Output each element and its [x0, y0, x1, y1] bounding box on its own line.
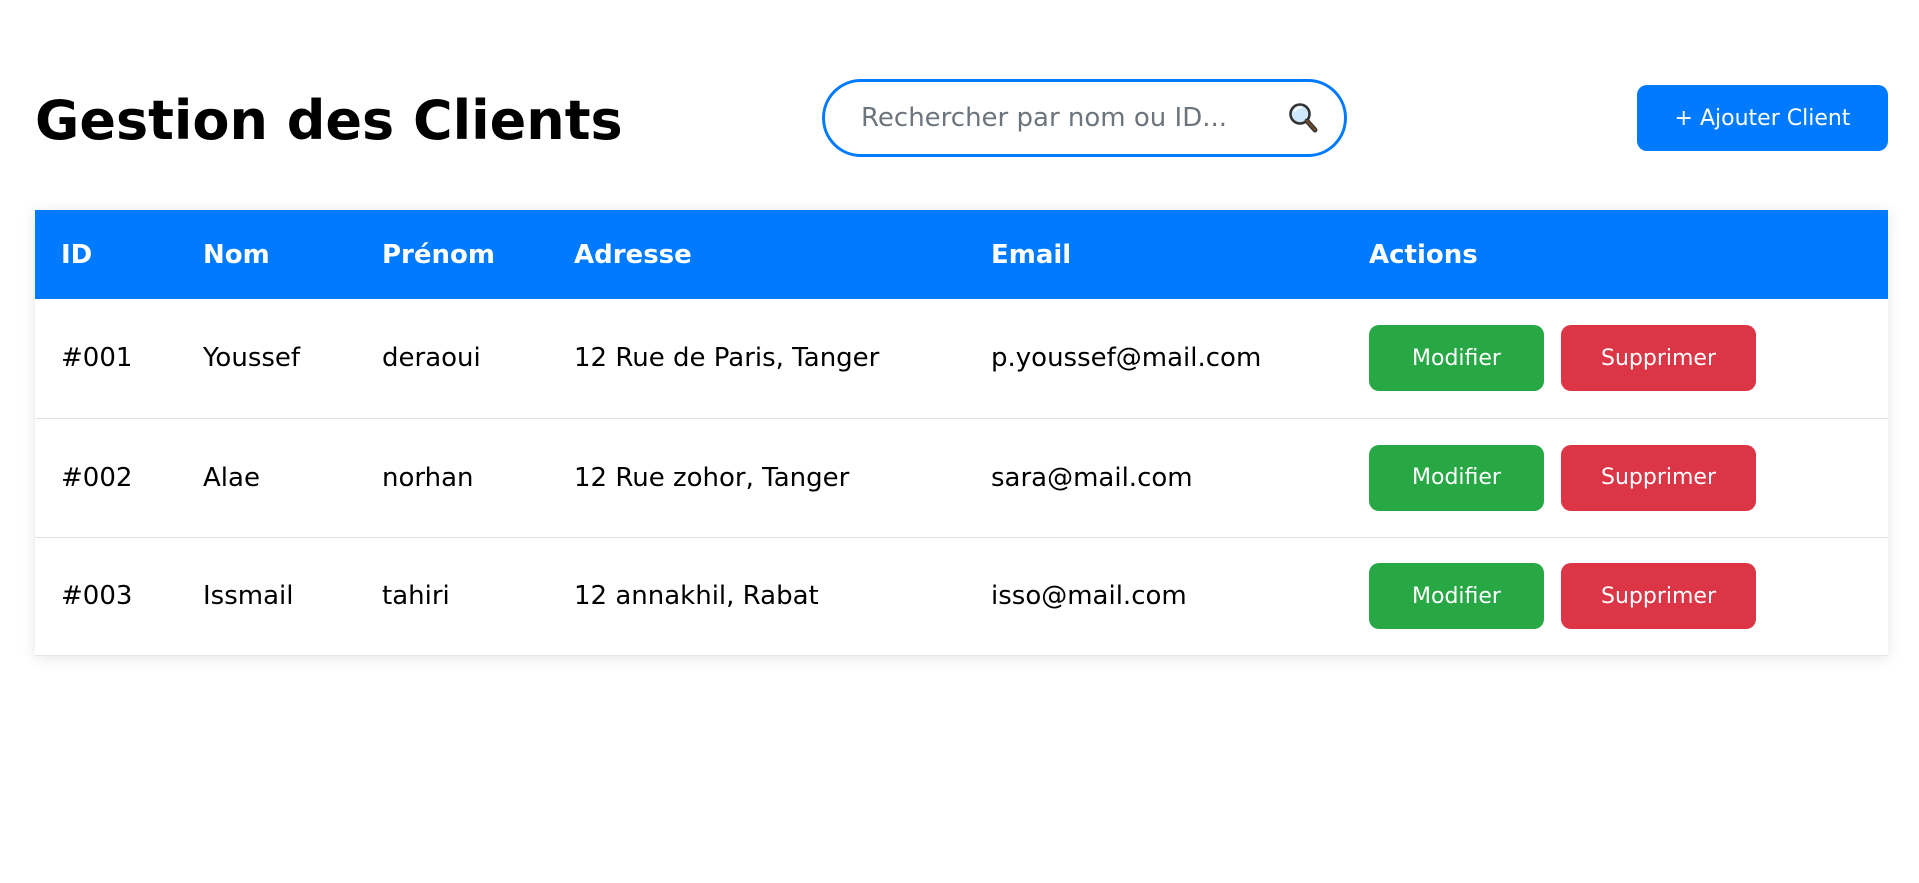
cell-prenom: tahiri: [382, 581, 450, 611]
clients-table-container: ID Nom Prénom Adresse Email Actions #001…: [35, 210, 1888, 656]
cell-email: p.youssef@mail.com: [991, 343, 1262, 374]
page: Gestion des Clients + Ajouter Client ID …: [0, 0, 1919, 883]
cell-email: isso@mail.com: [991, 581, 1187, 611]
column-header-id: ID: [61, 239, 93, 270]
cell-adresse: 12 Rue zohor, Tanger: [574, 462, 850, 493]
add-client-button[interactable]: + Ajouter Client: [1637, 85, 1888, 151]
edit-button[interactable]: Modifier: [1369, 325, 1544, 392]
cell-nom: Youssef: [203, 343, 301, 374]
row-actions: Modifier Supprimer: [1369, 444, 1888, 511]
table-row: #002 Alae norhan 12 Rue zohor, Tanger sa…: [35, 418, 1888, 537]
delete-button[interactable]: Supprimer: [1561, 325, 1756, 392]
column-header-adresse: Adresse: [574, 239, 692, 270]
search-box[interactable]: [822, 79, 1347, 157]
table-row: #001 Youssef deraoui 12 Rue de Paris, Ta…: [35, 299, 1888, 418]
cell-id: #001: [61, 343, 133, 374]
clients-table: ID Nom Prénom Adresse Email Actions #001…: [35, 210, 1888, 656]
column-header-prenom: Prénom: [382, 239, 495, 270]
cell-email: sara@mail.com: [991, 462, 1193, 493]
cell-actions: Modifier Supprimer: [1343, 299, 1888, 418]
column-header-email: Email: [991, 239, 1072, 270]
row-actions: Modifier Supprimer: [1369, 325, 1888, 392]
cell-actions: Modifier Supprimer: [1343, 418, 1888, 537]
cell-nom: Alae: [203, 462, 260, 493]
cell-actions: Modifier Supprimer: [1343, 537, 1888, 655]
row-actions: Modifier Supprimer: [1369, 563, 1888, 629]
search-icon[interactable]: [1286, 101, 1320, 135]
cell-adresse: 12 Rue de Paris, Tanger: [574, 343, 880, 374]
cell-id: #002: [61, 462, 133, 493]
page-title: Gestion des Clients: [35, 89, 623, 152]
table-header-row: ID Nom Prénom Adresse Email Actions: [35, 210, 1888, 299]
edit-button[interactable]: Modifier: [1369, 444, 1544, 511]
cell-nom: Issmail: [203, 581, 294, 611]
cell-prenom: norhan: [382, 462, 474, 493]
cell-adresse: 12 annakhil, Rabat: [574, 581, 819, 611]
table-row: #003 Issmail tahiri 12 annakhil, Rabat i…: [35, 537, 1888, 655]
cell-prenom: deraoui: [382, 343, 481, 374]
edit-button[interactable]: Modifier: [1369, 563, 1544, 629]
search-input[interactable]: [861, 103, 1286, 133]
delete-button[interactable]: Supprimer: [1561, 563, 1756, 629]
delete-button[interactable]: Supprimer: [1561, 444, 1756, 511]
column-header-actions: Actions: [1369, 239, 1478, 270]
cell-id: #003: [61, 581, 133, 611]
column-header-nom: Nom: [203, 239, 270, 270]
